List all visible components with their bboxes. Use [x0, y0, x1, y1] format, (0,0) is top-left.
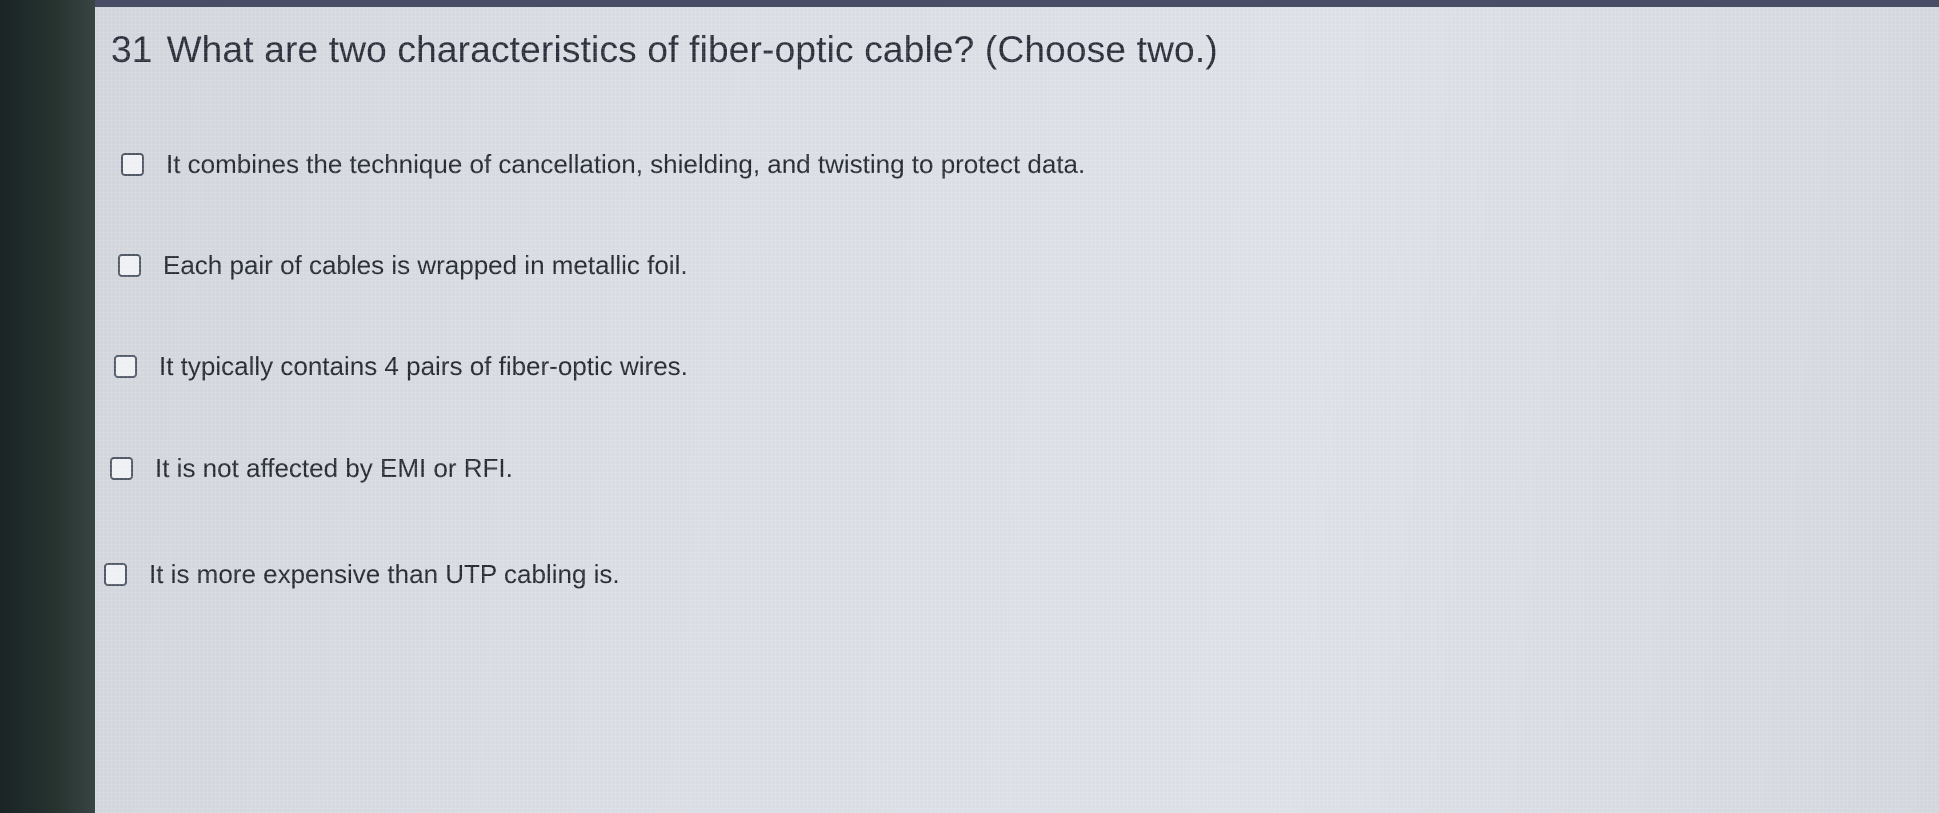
option-label: It combines the technique of cancellatio…	[166, 149, 1086, 179]
quiz-screen: 31 What are two characteristics of fiber-…	[95, 0, 1939, 813]
checkbox-icon[interactable]	[110, 457, 133, 480]
question-heading: 31 What are two characteristics of fiber-…	[111, 29, 1218, 71]
question-number: 31	[111, 29, 153, 70]
option-3[interactable]: It typically contains 4 pairs of fiber-o…	[114, 351, 688, 382]
option-label: Each pair of cables is wrapped in metall…	[163, 250, 688, 280]
checkbox-icon[interactable]	[104, 563, 127, 586]
option-label: It is not affected by EMI or RFI.	[155, 453, 513, 483]
option-5[interactable]: It is more expensive than UTP cabling is…	[104, 559, 620, 590]
checkbox-icon[interactable]	[121, 153, 144, 176]
checkbox-icon[interactable]	[114, 355, 137, 378]
question-text: What are two characteristics of fiber-op…	[166, 29, 1218, 70]
option-4[interactable]: It is not affected by EMI or RFI.	[110, 453, 513, 484]
option-1[interactable]: It combines the technique of cancellatio…	[121, 149, 1085, 180]
checkbox-icon[interactable]	[118, 254, 141, 277]
option-label: It typically contains 4 pairs of fiber-o…	[159, 351, 688, 381]
option-2[interactable]: Each pair of cables is wrapped in metall…	[118, 250, 688, 281]
option-label: It is more expensive than UTP cabling is…	[149, 559, 620, 589]
monitor-bezel	[0, 0, 100, 813]
